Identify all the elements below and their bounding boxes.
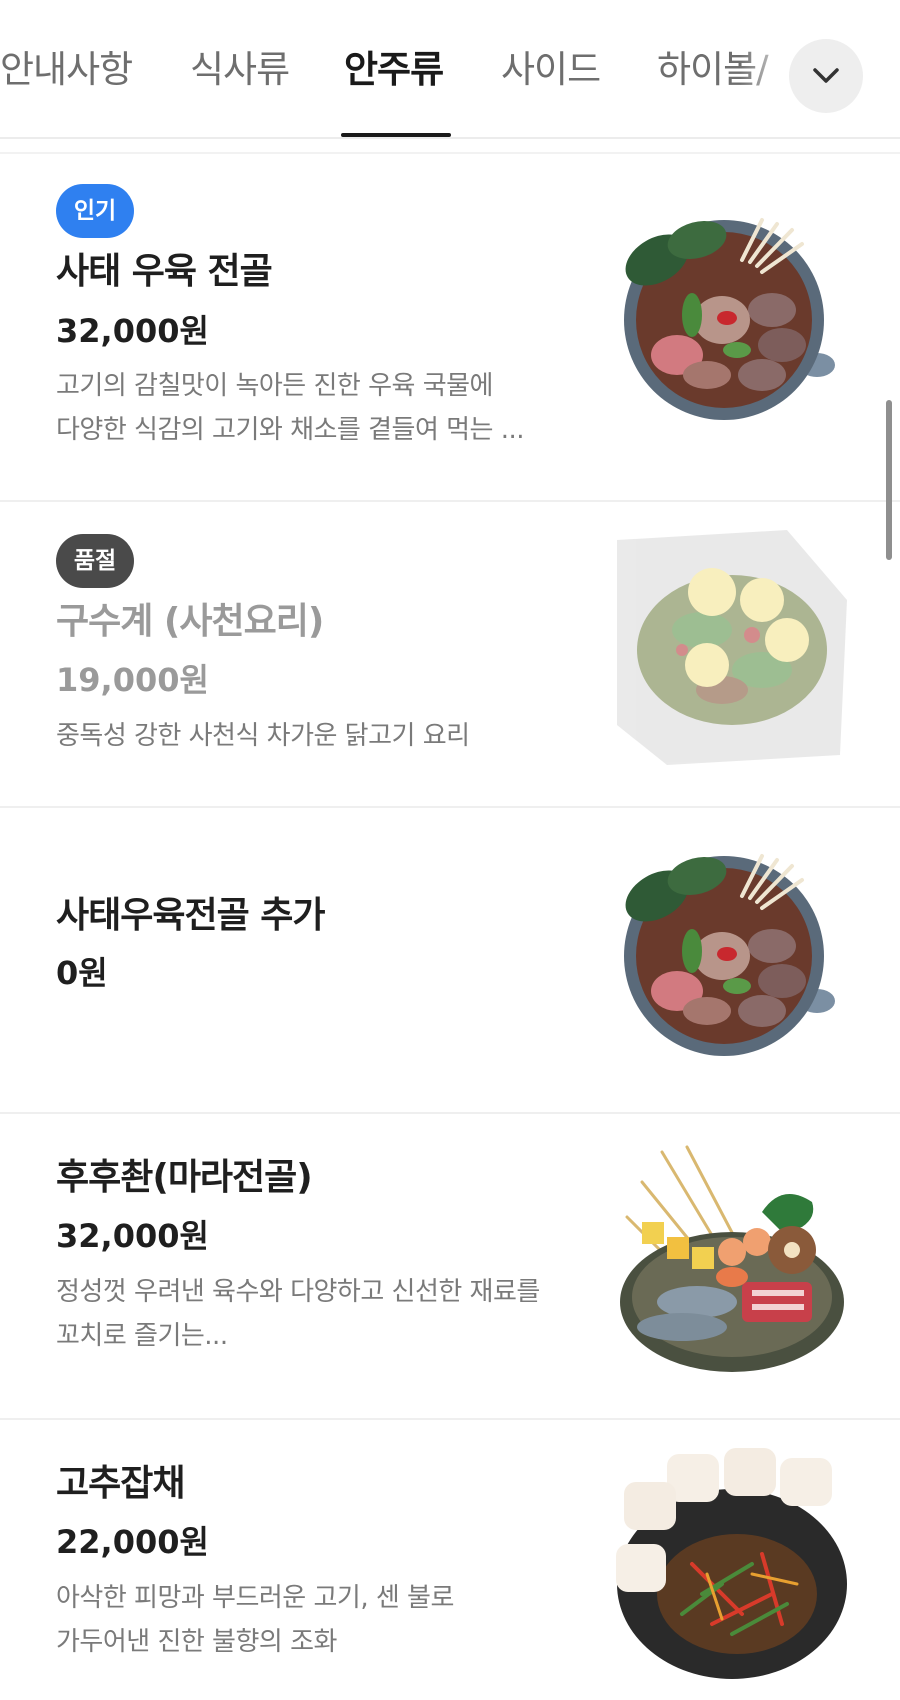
menu-item[interactable]: 고추잡채 22,000원 아삭한 피망과 부드러운 고기, 센 불로 가두어낸 … (0, 1420, 900, 1700)
popular-badge: 인기 (56, 184, 134, 238)
menu-item-price: 22,000원 (56, 1523, 209, 1561)
menu-item-price: 19,000원 (56, 661, 209, 699)
soldout-badge: 품절 (56, 534, 134, 588)
menu-item-name: 사태우육전골 추가 (56, 895, 325, 936)
active-tab-indicator (341, 133, 451, 137)
menu-item-description: 아삭한 피망과 부드러운 고기, 센 불로 가두어낸 진한 불향의 조화 (56, 1576, 586, 1664)
menu-item[interactable]: 사태우육전골 추가 0원 (0, 808, 900, 1112)
menu-item-price: 32,000원 (56, 1217, 209, 1255)
menu-item[interactable]: 품절 구수계 (사천요리) 19,000원 중독성 강한 사천식 차가운 닭고기… (0, 502, 900, 806)
pepper-japchae-image (616, 1448, 847, 1679)
mala-hotpot-image (620, 1145, 844, 1372)
menu-item-name: 사태 우육 전골 (56, 251, 273, 292)
beef-hotpot-addon-image (624, 854, 835, 1056)
menu-item-name: 후후촨(마라전골) (56, 1157, 313, 1198)
category-tab-bar: 안내사항 식사류 안주류 사이드 하이볼/ (0, 0, 900, 139)
menu-item-description: 중독성 강한 사천식 차가운 닭고기 요리 (56, 714, 586, 758)
scrollbar[interactable] (886, 400, 892, 560)
description-line: 정성껏 우려낸 육수와 다양하고 신선한 재료를 (56, 1277, 540, 1307)
sichuan-chicken-image (617, 530, 847, 765)
menu-item-description: 고기의 감칠맛이 녹아든 진한 우육 국물에 다양한 식감의 고기와 채소를 곁… (56, 364, 586, 452)
menu-item-name: 구수계 (사천요리) (56, 601, 324, 642)
tab-meals[interactable]: 식사류 (190, 44, 290, 96)
menu-item-price: 32,000원 (56, 312, 209, 350)
description-line: 중독성 강한 사천식 차가운 닭고기 요리 (56, 721, 470, 751)
description-line: 꼬치로 즐기는... (56, 1321, 228, 1351)
description-line: 고기의 감칠맛이 녹아든 진한 우육 국물에 (56, 371, 493, 401)
expand-tabs-button[interactable] (789, 39, 863, 113)
description-line: 아삭한 피망과 부드러운 고기, 센 불로 (56, 1583, 454, 1613)
description-line: 가두어낸 진한 불향의 조화 (56, 1627, 337, 1657)
description-line: 다양한 식감의 고기와 채소를 곁들여 먹는 ... (56, 415, 525, 445)
chevron-down-icon (813, 68, 839, 83)
menu-item-description: 정성껏 우려낸 육수와 다양하고 신선한 재료를 꼬치로 즐기는... (56, 1270, 586, 1358)
menu-item-name: 고추잡채 (56, 1463, 185, 1504)
menu-item-price: 0원 (56, 954, 108, 992)
tab-snacks[interactable]: 안주류 (344, 44, 444, 96)
tab-notice[interactable]: 안내사항 (0, 44, 133, 96)
tab-side[interactable]: 사이드 (501, 44, 601, 96)
menu-item[interactable]: 후후촨(마라전골) 32,000원 정성껏 우려낸 육수와 다양하고 신선한 재… (0, 1114, 900, 1418)
beef-hotpot-image (624, 218, 835, 420)
menu-item[interactable]: 인기 사태 우육 전골 32,000원 고기의 감칠맛이 녹아든 진한 우육 국… (0, 154, 900, 500)
